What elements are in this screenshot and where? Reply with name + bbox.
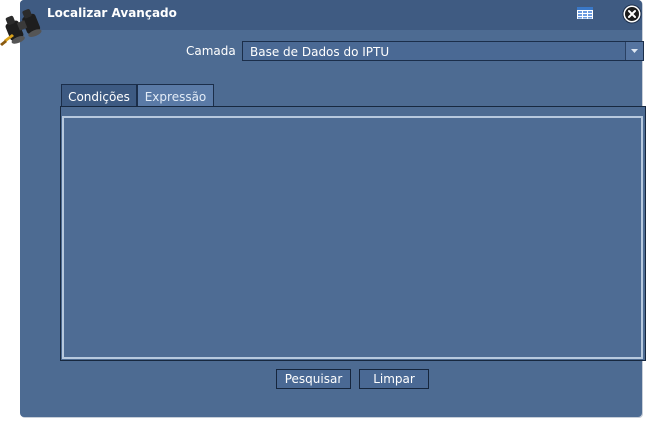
clear-button[interactable]: Limpar xyxy=(359,369,429,389)
chevron-down-icon xyxy=(631,49,638,53)
layer-label: Camada xyxy=(186,44,236,58)
expression-textarea[interactable] xyxy=(62,116,643,359)
search-window: Localizar Avançado Camada Base de Dados … xyxy=(20,0,646,417)
close-icon[interactable] xyxy=(622,4,642,24)
binoculars-icon xyxy=(0,9,42,46)
tab-conditions[interactable]: Condições xyxy=(61,84,137,107)
window-title: Localizar Avançado xyxy=(47,6,177,20)
titlebar[interactable]: Localizar Avançado xyxy=(20,0,642,30)
layer-select[interactable]: Base de Dados do IPTU xyxy=(242,41,644,61)
table-icon[interactable] xyxy=(577,7,593,19)
layer-select-value: Base de Dados do IPTU xyxy=(250,45,390,59)
layer-select-dropdown-button[interactable] xyxy=(625,42,643,60)
tab-expression[interactable]: Expressão xyxy=(137,84,214,107)
search-button[interactable]: Pesquisar xyxy=(276,369,351,389)
